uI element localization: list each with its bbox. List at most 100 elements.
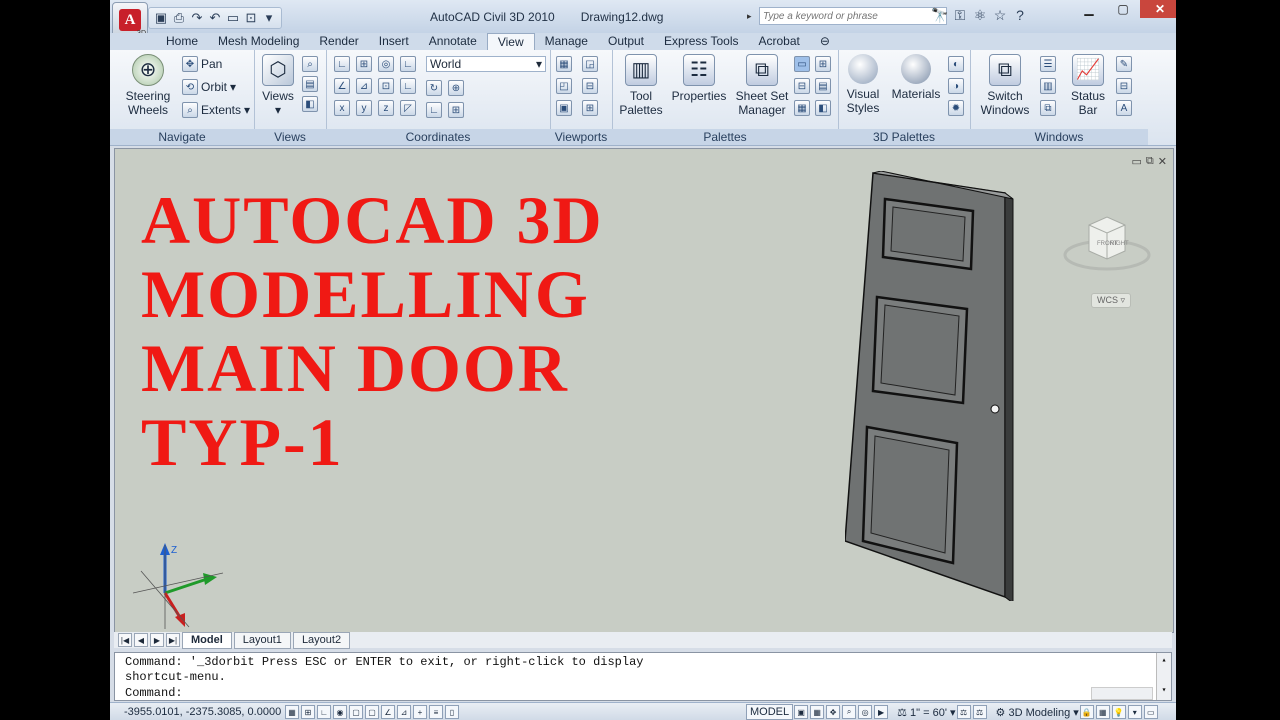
viewport-config-icon[interactable]: ▦	[556, 56, 572, 72]
switch-windows-button[interactable]: ⧉ Switch Windows	[978, 54, 1032, 117]
visual-styles-button[interactable]: Visual Styles	[842, 54, 884, 115]
ucs-settings-icon[interactable]: ⊞	[448, 102, 464, 118]
drawing-viewport[interactable]: ▭ ⧉ ✕ AUTOCAD 3D MODELLING MAIN DOOR TYP…	[114, 148, 1174, 633]
dyn-icon[interactable]: +	[413, 705, 427, 719]
command-scrollbar[interactable]: ▴ ▾	[1156, 653, 1171, 700]
3d-osnap-icon[interactable]: ▢	[365, 705, 379, 719]
expand-arrow-icon[interactable]: ▸	[747, 11, 759, 22]
restore-icon[interactable]: ⧉	[1146, 155, 1154, 168]
ucs-origin-icon[interactable]: ∟	[400, 56, 416, 72]
ucs-dropdown[interactable]: World ▾	[426, 56, 546, 72]
ucs-3point-icon[interactable]: ∠	[334, 78, 350, 94]
ucs-z-icon[interactable]: z	[378, 100, 394, 116]
auto-scale-icon[interactable]: ⚖	[972, 705, 987, 719]
sun-properties-icon[interactable]: ◑	[948, 78, 964, 94]
ortho-icon[interactable]: ∟	[317, 705, 331, 719]
tile-horizontal-icon[interactable]: ☰	[1040, 56, 1056, 72]
maximize-icon[interactable]: ▢	[1106, 0, 1140, 18]
annotation-scale[interactable]: ⚖ 1" = 60' ▾	[897, 706, 955, 719]
binoculars-icon[interactable]: 🔭	[931, 7, 948, 23]
last-tab-icon[interactable]: ▶|	[166, 633, 180, 647]
satellite-icon[interactable]: ⚛	[972, 7, 988, 23]
ucs-object-icon[interactable]: ∟	[400, 78, 416, 94]
tab-layout1[interactable]: Layout1	[233, 631, 291, 649]
command-window[interactable]: Command: '_3dorbit Press ESC or ENTER to…	[114, 652, 1172, 701]
steering-wheel-status-icon[interactable]: ◎	[858, 705, 873, 719]
first-tab-icon[interactable]: |◀	[118, 633, 132, 647]
tab-output[interactable]: Output	[598, 33, 654, 50]
tab-manage[interactable]: Manage	[535, 33, 598, 50]
osnap-icon[interactable]: ▢	[349, 705, 363, 719]
toolbars-icon[interactable]: ✎	[1116, 56, 1132, 72]
undo-icon[interactable]: ↶	[207, 10, 223, 26]
prev-tab-icon[interactable]: ◀	[134, 633, 148, 647]
print-icon[interactable]: ⎙	[171, 10, 187, 26]
new-viewport-icon[interactable]: ◲	[582, 56, 598, 72]
viewport-clip-icon[interactable]: ◰	[556, 78, 572, 94]
polar-icon[interactable]: ◉	[333, 705, 347, 719]
star-icon[interactable]: ☆	[992, 7, 1008, 23]
views-button[interactable]: ⬡ Views ▾	[260, 54, 296, 117]
lock-ui-icon[interactable]: ⊟	[1116, 78, 1132, 94]
ucs-icon[interactable]: ∟	[334, 56, 350, 72]
tab-annotate[interactable]: Annotate	[419, 33, 487, 50]
cascade-icon[interactable]: ⧉	[1040, 100, 1056, 116]
viewport-split-icon[interactable]: ⊞	[582, 100, 598, 116]
external-references-icon[interactable]: ◧	[815, 100, 831, 116]
tab-acrobat[interactable]: Acrobat	[749, 33, 810, 50]
door-3d-model[interactable]	[845, 171, 1015, 601]
tab-model[interactable]: Model	[182, 631, 232, 649]
redo-icon[interactable]: ↷	[189, 10, 205, 26]
steering-wheels-button[interactable]: ⊕ Steering Wheels	[122, 54, 174, 117]
ucs-previous-icon[interactable]: ∟	[426, 102, 442, 118]
command-prompt[interactable]: Command:	[125, 686, 183, 701]
quick-view-drawings-icon[interactable]: ▦	[810, 705, 825, 719]
tab-home[interactable]: Home	[156, 33, 208, 50]
minimize-icon[interactable]: ▭	[1132, 155, 1142, 168]
close-icon[interactable]: ✕	[1158, 155, 1167, 168]
isolate-objects-icon[interactable]: 💡	[1111, 705, 1126, 719]
ucs-x-icon[interactable]: x	[334, 100, 350, 116]
search-input[interactable]	[759, 7, 947, 25]
viewport-restore-icon[interactable]: ▣	[556, 100, 572, 116]
dropdown-icon[interactable]: ▾	[261, 10, 277, 26]
wcs-menu[interactable]: WCS ▿	[1090, 293, 1131, 308]
showmotion-icon[interactable]: ▶	[874, 705, 889, 719]
extents-button[interactable]: ⌕ Extents ▾	[182, 102, 250, 118]
command-line-icon[interactable]: ▭	[794, 56, 810, 72]
command-horizontal-scrollbar[interactable]	[1091, 687, 1153, 700]
tab-view[interactable]: View	[486, 33, 535, 51]
dbconnect-icon[interactable]: ▦	[794, 100, 810, 116]
zoom-window-icon[interactable]: ⌕	[302, 56, 318, 72]
ucs-rotate-icon[interactable]: ↻	[426, 80, 442, 96]
materials-button[interactable]: Materials	[890, 54, 942, 101]
ribbon-minimize-icon[interactable]: ⊖	[810, 33, 840, 50]
viewcube[interactable]: FRONT RIGHT	[1059, 213, 1155, 277]
next-tab-icon[interactable]: ▶	[150, 633, 164, 647]
ucs-display-icon[interactable]: ⊕	[448, 80, 464, 96]
tab-insert[interactable]: Insert	[369, 33, 419, 50]
ucs-view-icon[interactable]: ⊡	[378, 78, 394, 94]
zoom-status-icon[interactable]: ⌕	[842, 705, 857, 719]
markup-icon[interactable]: ⊟	[794, 78, 810, 94]
minimize-icon[interactable]: ▁	[1072, 0, 1106, 18]
workspace-switcher[interactable]: ⚙ 3D Modeling ▾	[996, 706, 1079, 719]
close-icon[interactable]: ✕	[1140, 0, 1176, 18]
model-space-button[interactable]: MODEL	[746, 704, 794, 720]
toolbar-lock-icon[interactable]: 🔒	[1079, 705, 1094, 719]
text-window-icon[interactable]: A	[1116, 100, 1132, 116]
save-icon[interactable]: ▣	[153, 10, 169, 26]
properties-button[interactable]: ☷ Properties	[670, 54, 728, 103]
new-icon[interactable]: ▭	[225, 10, 241, 26]
lights-icon[interactable]: ◐	[948, 56, 964, 72]
status-bar-button[interactable]: 📈 Status Bar	[1066, 54, 1110, 117]
3d-view-icon[interactable]: ◧	[302, 96, 318, 112]
help-icon[interactable]: ?	[1012, 7, 1028, 23]
sheet-set-manager-button[interactable]: ⧉ Sheet Set Manager	[734, 54, 790, 117]
key-icon[interactable]: ⚿	[952, 7, 968, 23]
ucs-world-icon[interactable]: ⊞	[356, 56, 372, 72]
tab-layout2[interactable]: Layout2	[292, 631, 351, 649]
annotation-visibility-icon[interactable]: ⚖	[956, 705, 971, 719]
pan-status-icon[interactable]: ✥	[826, 705, 841, 719]
ucs-y-icon[interactable]: y	[356, 100, 372, 116]
